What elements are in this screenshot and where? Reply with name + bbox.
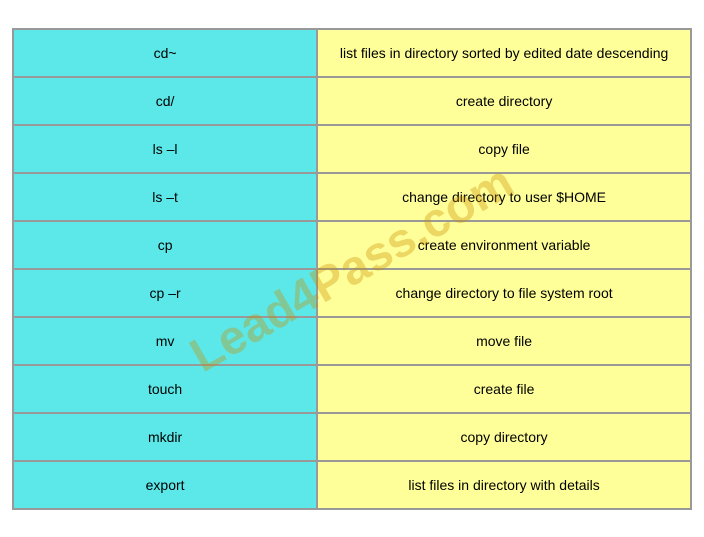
main-container: Lead4Pass.com cd~list files in directory… [2,18,702,520]
table-row: ls –tchange directory to user $HOME [14,174,690,222]
table-row: cp –rchange directory to file system roo… [14,270,690,318]
description-cell: change directory to user $HOME [318,174,690,220]
description-cell: list files in directory sorted by edited… [318,30,690,76]
command-cell: cd~ [14,30,318,76]
command-cell: ls –t [14,174,318,220]
command-cell: ls –l [14,126,318,172]
table-row: touchcreate file [14,366,690,414]
description-cell: copy directory [318,414,690,460]
table-row: cd/create directory [14,78,690,126]
command-cell: mv [14,318,318,364]
command-cell: cp [14,222,318,268]
table-row: ls –lcopy file [14,126,690,174]
description-cell: create environment variable [318,222,690,268]
table-row: mkdircopy directory [14,414,690,462]
table-row: exportlist files in directory with detai… [14,462,690,508]
description-cell: change directory to file system root [318,270,690,316]
description-cell: copy file [318,126,690,172]
command-cell: cp –r [14,270,318,316]
command-cell: cd/ [14,78,318,124]
table-row: cd~list files in directory sorted by edi… [14,30,690,78]
description-cell: move file [318,318,690,364]
table-row: cpcreate environment variable [14,222,690,270]
description-cell: create file [318,366,690,412]
command-cell: touch [14,366,318,412]
command-cell: mkdir [14,414,318,460]
table-row: mvmove file [14,318,690,366]
description-cell: list files in directory with details [318,462,690,508]
command-table: cd~list files in directory sorted by edi… [12,28,692,510]
command-cell: export [14,462,318,508]
description-cell: create directory [318,78,690,124]
